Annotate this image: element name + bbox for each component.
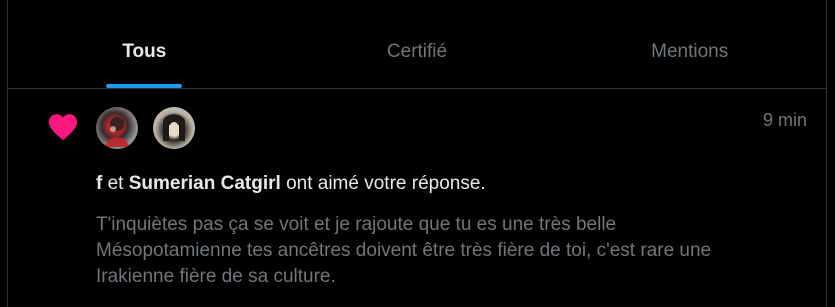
reply-preview[interactable]: T'inquiètes pas ça se voit et je rajoute… — [96, 212, 736, 290]
active-tab-indicator — [106, 84, 183, 88]
like-notification[interactable]: 9 min f et Sumerian Catgirl ont aimé vot… — [8, 89, 826, 307]
tab-label: Mentions — [651, 41, 729, 62]
tab-certifie[interactable]: Certifié — [281, 0, 554, 88]
user-name[interactable]: Sumerian Catgirl — [129, 173, 281, 194]
notification-time: 9 min — [762, 110, 807, 130]
notifications-panel: Tous Certifié Mentions 9 min f et Sumeri… — [7, 0, 827, 307]
avatar-image — [163, 114, 185, 141]
avatar-image — [105, 117, 129, 147]
avatar[interactable] — [153, 107, 195, 149]
tab-tous[interactable]: Tous — [8, 0, 281, 88]
heart-icon — [48, 114, 78, 141]
tab-mentions[interactable]: Mentions — [553, 0, 826, 88]
connector-text: et — [107, 173, 124, 194]
action-text: ont aimé votre réponse. — [286, 173, 486, 194]
user-name[interactable]: f — [96, 173, 102, 194]
tab-label: Tous — [122, 41, 167, 62]
tab-label: Certifié — [386, 41, 448, 62]
notification-headline: f et Sumerian Catgirl ont aimé votre rép… — [96, 173, 486, 195]
avatar[interactable] — [96, 107, 138, 149]
notifications-tabs: Tous Certifié Mentions — [8, 0, 826, 89]
